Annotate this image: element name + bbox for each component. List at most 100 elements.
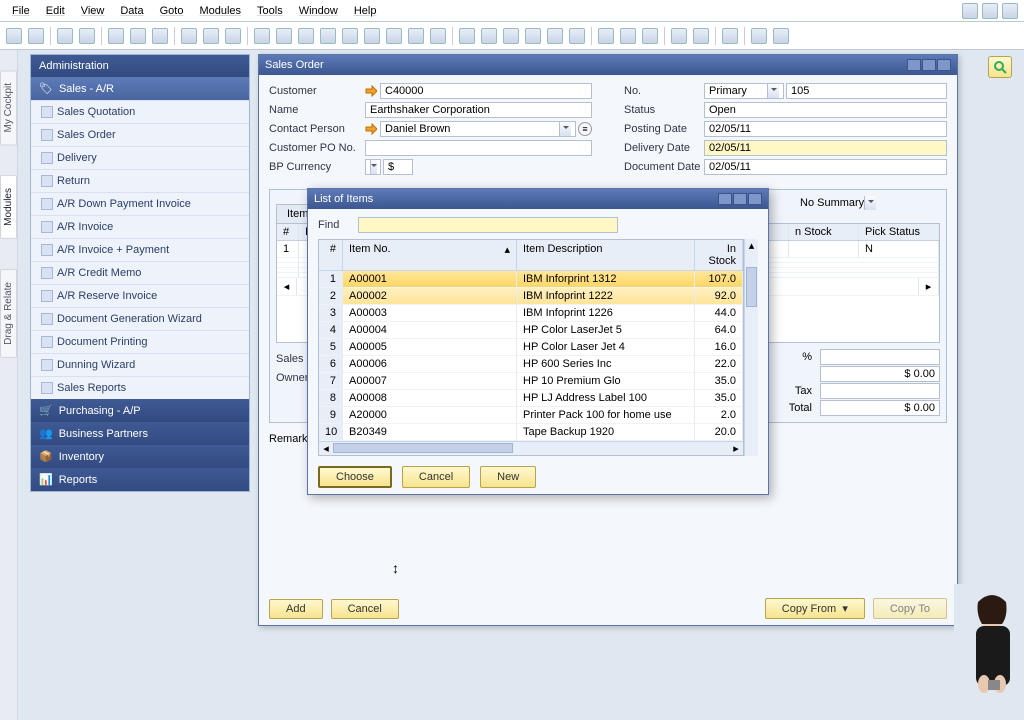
toolbar-icon[interactable]: [620, 28, 636, 44]
grid-col-instock[interactable]: n Stock: [789, 224, 859, 240]
minimize-icon[interactable]: [962, 3, 978, 19]
nav-business-partners[interactable]: 👥Business Partners: [31, 422, 249, 445]
toolbar-icon[interactable]: [320, 28, 336, 44]
name-field[interactable]: Earthshaker Corporation: [365, 102, 592, 118]
nav-item-ar-down-payment[interactable]: A/R Down Payment Invoice: [31, 192, 249, 215]
toolbar-icon[interactable]: [79, 28, 95, 44]
list-row[interactable]: 7A00007HP 10 Premium Glo35.0: [319, 373, 743, 390]
window-min-icon[interactable]: [718, 193, 732, 205]
link-arrow-icon[interactable]: [365, 85, 377, 97]
find-input[interactable]: [358, 217, 618, 233]
list-col-desc[interactable]: Item Description: [517, 240, 695, 271]
list-hscroll[interactable]: ◂ ▸: [319, 441, 743, 455]
list-row[interactable]: 6A00006HP 600 Series Inc22.0: [319, 356, 743, 373]
nav-item-ar-credit-memo[interactable]: A/R Credit Memo: [31, 261, 249, 284]
window-max-icon[interactable]: [922, 59, 936, 71]
list-vscroll[interactable]: ▴: [744, 239, 758, 456]
no-field[interactable]: 105: [786, 83, 947, 99]
search-button[interactable]: [988, 56, 1012, 78]
nav-item-delivery[interactable]: Delivery: [31, 146, 249, 169]
link-arrow-icon[interactable]: [365, 123, 377, 135]
toolbar-icon[interactable]: [130, 28, 146, 44]
menu-tools[interactable]: Tools: [251, 3, 289, 19]
list-row[interactable]: 3A00003IBM Infoprint 122644.0: [319, 305, 743, 322]
detail-icon[interactable]: ≡: [578, 122, 592, 136]
toolbar-icon[interactable]: [525, 28, 541, 44]
menu-goto[interactable]: Goto: [154, 3, 190, 19]
list-col-itemno[interactable]: Item No.▴: [343, 240, 517, 271]
menu-view[interactable]: View: [75, 3, 111, 19]
sidetab-drag-relate[interactable]: Drag & Relate: [0, 269, 17, 358]
copy-to-button[interactable]: Copy To: [873, 598, 947, 619]
nav-item-ar-invoice-payment[interactable]: A/R Invoice + Payment: [31, 238, 249, 261]
list-row[interactable]: 1A00001IBM Inforprint 1312107.0: [319, 271, 743, 288]
toolbar-icon[interactable]: [342, 28, 358, 44]
toolbar-icon[interactable]: [386, 28, 402, 44]
toolbar-icon[interactable]: [459, 28, 475, 44]
toolbar-icon[interactable]: [503, 28, 519, 44]
dropdown-icon[interactable]: [864, 196, 876, 210]
close-icon[interactable]: [1002, 3, 1018, 19]
nav-purchasing[interactable]: 🛒Purchasing - A/P: [31, 399, 249, 422]
window-close-icon[interactable]: [937, 59, 951, 71]
menu-data[interactable]: Data: [114, 3, 149, 19]
toolbar-icon[interactable]: [751, 28, 767, 44]
list-row[interactable]: 4A00004HP Color LaserJet 564.0: [319, 322, 743, 339]
list-row[interactable]: 2A00002IBM Infoprint 122292.0: [319, 288, 743, 305]
menu-window[interactable]: Window: [293, 3, 344, 19]
toolbar-icon[interactable]: [364, 28, 380, 44]
list-titlebar[interactable]: List of Items: [308, 189, 768, 209]
nav-item-sales-reports[interactable]: Sales Reports: [31, 376, 249, 399]
nav-item-dunning-wizard[interactable]: Dunning Wizard: [31, 353, 249, 376]
grid-col-num[interactable]: #: [277, 224, 299, 240]
window-max-icon[interactable]: [733, 193, 747, 205]
list-col-stock[interactable]: In Stock: [695, 240, 743, 271]
delivery-field[interactable]: 02/05/11: [704, 140, 947, 156]
cancel-button[interactable]: Cancel: [331, 599, 399, 619]
nav-item-ar-reserve-invoice[interactable]: A/R Reserve Invoice: [31, 284, 249, 307]
toolbar-icon[interactable]: [203, 28, 219, 44]
nav-item-doc-printing[interactable]: Document Printing: [31, 330, 249, 353]
toolbar-icon[interactable]: [773, 28, 789, 44]
dropdown-icon[interactable]: [559, 122, 571, 136]
nav-item-doc-gen-wizard[interactable]: Document Generation Wizard: [31, 307, 249, 330]
window-min-icon[interactable]: [907, 59, 921, 71]
sidetab-modules[interactable]: Modules: [0, 175, 17, 239]
toolbar-icon[interactable]: [298, 28, 314, 44]
list-row[interactable]: 10B20349Tape Backup 192020.0: [319, 424, 743, 441]
list-row[interactable]: 5A00005HP Color Laser Jet 416.0: [319, 339, 743, 356]
add-button[interactable]: Add: [269, 599, 323, 619]
toolbar-icon[interactable]: [254, 28, 270, 44]
toolbar-icon[interactable]: [225, 28, 241, 44]
nav-sales-ar[interactable]: 🏷Sales - A/R: [31, 77, 249, 100]
grid-col-pickstatus[interactable]: Pick Status: [859, 224, 939, 240]
dropdown-icon[interactable]: [767, 84, 779, 98]
toolbar-icon[interactable]: [642, 28, 658, 44]
list-row[interactable]: 9A20000Printer Pack 100 for home use2.0: [319, 407, 743, 424]
list-col-num[interactable]: #: [319, 240, 343, 271]
nav-reports[interactable]: 📊Reports: [31, 468, 249, 491]
new-button[interactable]: New: [480, 466, 536, 488]
toolbar-icon[interactable]: [152, 28, 168, 44]
no-type-field[interactable]: Primary: [704, 83, 784, 99]
menu-edit[interactable]: Edit: [40, 3, 71, 19]
toolbar-icon[interactable]: [181, 28, 197, 44]
bpcur-dd[interactable]: [365, 159, 381, 175]
docdate-field[interactable]: 02/05/11: [704, 159, 947, 175]
pono-field[interactable]: [365, 140, 592, 156]
toolbar-icon[interactable]: [547, 28, 563, 44]
toolbar-icon[interactable]: [57, 28, 73, 44]
pct-field[interactable]: [820, 349, 940, 365]
dropdown-icon[interactable]: [370, 160, 377, 174]
sidetab-cockpit[interactable]: My Cockpit: [0, 70, 17, 145]
menu-file[interactable]: File: [6, 3, 36, 19]
nav-inventory[interactable]: 📦Inventory: [31, 445, 249, 468]
toolbar-icon[interactable]: [28, 28, 44, 44]
choose-button[interactable]: Choose: [318, 466, 392, 488]
toolbar-icon[interactable]: [569, 28, 585, 44]
nav-item-return[interactable]: Return: [31, 169, 249, 192]
posting-field[interactable]: 02/05/11: [704, 121, 947, 137]
customer-field[interactable]: C40000: [380, 83, 592, 99]
copy-from-button[interactable]: Copy From ▾: [765, 598, 865, 619]
toolbar-icon[interactable]: [108, 28, 124, 44]
